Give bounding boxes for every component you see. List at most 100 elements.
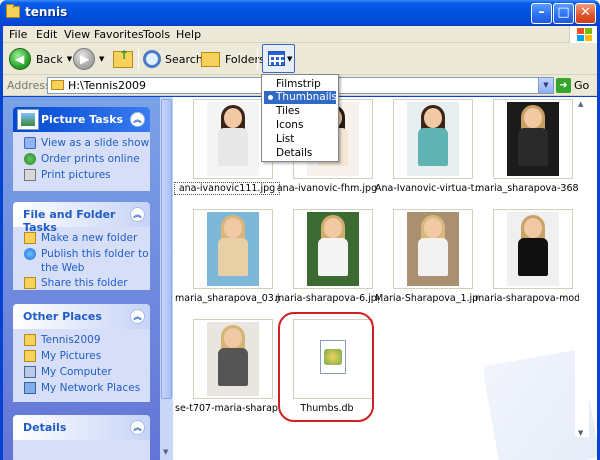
place-my-computer-link[interactable]: My Computer [13, 365, 150, 381]
new-folder-link[interactable]: Make a new folder [13, 231, 150, 247]
publish-web-link[interactable]: Publish this folder to the Web [13, 247, 150, 276]
file-view-scrollbar[interactable]: ▲ ▼ [575, 97, 589, 437]
search-icon [143, 50, 161, 68]
views-menu: Filmstrip Thumbnails Tiles Icons List De… [261, 74, 339, 162]
picture-tasks-icon [17, 109, 39, 130]
other-places-panel: Other Places ︽ Tennis2009 My Pictures My… [13, 304, 150, 402]
details-title: Details [23, 421, 67, 434]
address-value: H:\Tennis2009 [68, 79, 147, 92]
view-icons[interactable]: Icons [264, 119, 336, 132]
place-my-pictures-link[interactable]: My Pictures [13, 349, 150, 365]
folders-button[interactable]: Folders [201, 46, 265, 72]
file-name-label: ana-ivanovic-fhm.jpg [276, 183, 378, 194]
thumbnail-frame[interactable] [493, 209, 573, 289]
collapse-chevron-icon[interactable]: ︽ [130, 112, 145, 127]
view-list[interactable]: List [264, 133, 336, 146]
explorer-window: tennis – □ ✕ File Edit View Favorites To… [0, 0, 600, 460]
order-prints-link[interactable]: Order prints online [13, 152, 150, 168]
other-places-header[interactable]: Other Places ︽ [13, 304, 150, 329]
folder-icon [24, 334, 36, 346]
menu-tools[interactable]: Tools [143, 28, 170, 41]
folder-icon [6, 4, 20, 18]
go-arrow-icon: ➜ [556, 78, 571, 93]
window-title: tennis [25, 5, 68, 19]
menu-file[interactable]: File [9, 28, 27, 41]
photo-thumbnail [207, 102, 259, 176]
menu-favorites[interactable]: Favorites [94, 28, 144, 41]
file-name-label: Ana-Ivanovic-virtua-t... [375, 183, 479, 194]
file-name-label: ana-ivanovic111.jpg [174, 182, 280, 195]
file-folder-tasks-panel: File and Folder Tasks ︽ Make a new folde… [13, 202, 150, 290]
back-dropdown-icon[interactable]: ▼ [67, 55, 72, 63]
views-icon [268, 51, 285, 66]
photo-thumbnail [307, 212, 359, 286]
forward-dropdown-icon[interactable]: ▼ [99, 55, 104, 63]
views-button[interactable]: ▼ [262, 44, 295, 73]
menu-help[interactable]: Help [176, 28, 201, 41]
my-network-places-icon [24, 382, 36, 394]
collapse-chevron-icon[interactable]: ︽ [130, 420, 145, 435]
go-button[interactable]: ➜ Go [556, 78, 589, 93]
share-folder-link[interactable]: Share this folder [13, 276, 150, 290]
folders-label: Folders [225, 52, 265, 66]
task-pane-scroll-thumb[interactable] [161, 99, 172, 399]
my-computer-icon [24, 366, 36, 378]
collapse-chevron-icon[interactable]: ︽ [130, 207, 145, 222]
back-arrow-icon: ◀ [9, 48, 31, 70]
up-folder-icon: ↑ [113, 48, 133, 68]
close-button[interactable]: ✕ [575, 3, 596, 24]
selected-dot-icon [268, 95, 273, 100]
maximize-button[interactable]: □ [553, 3, 574, 24]
thumbnail-frame[interactable] [193, 319, 273, 399]
file-name-label: se-t707-maria-sharap... [175, 403, 279, 414]
place-my-network-link[interactable]: My Network Places [13, 381, 150, 397]
title-bar[interactable]: tennis – □ ✕ [0, 0, 600, 26]
view-thumbnails[interactable]: Thumbnails [264, 91, 337, 104]
thumbnail-frame[interactable] [393, 99, 473, 179]
place-tennis2009-link[interactable]: Tennis2009 [13, 333, 150, 349]
view-details[interactable]: Details [264, 147, 336, 160]
thumbnail-frame[interactable] [493, 99, 573, 179]
forward-arrow-icon: ▶ [73, 48, 95, 70]
address-label: Address [7, 79, 51, 92]
scroll-down-icon[interactable]: ▼ [578, 429, 583, 437]
back-button[interactable]: ◀ Back ▼ [9, 46, 72, 72]
view-filmstrip[interactable]: Filmstrip [264, 78, 336, 91]
address-dropdown-icon[interactable]: ▼ [538, 78, 553, 93]
collapse-chevron-icon[interactable]: ︽ [130, 309, 145, 324]
picture-tasks-header[interactable]: Picture Tasks ︽ [13, 107, 150, 132]
details-header[interactable]: Details ︽ [13, 415, 150, 440]
folder-icon [51, 80, 64, 90]
search-label: Search [165, 52, 203, 66]
new-folder-icon [24, 232, 36, 244]
my-pictures-icon [24, 350, 36, 362]
file-name-label: Maria-Sharapova_1.jpg [375, 293, 479, 304]
details-panel: Details ︽ [13, 415, 150, 460]
print-pictures-link[interactable]: Print pictures [13, 168, 150, 184]
slide-show-link[interactable]: View as a slide show [13, 136, 150, 152]
scroll-up-icon[interactable]: ▲ [578, 100, 583, 108]
file-name-label: maria_sharapova_03.jpg [175, 293, 279, 304]
picture-tasks-title: Picture Tasks [41, 113, 124, 126]
view-tiles[interactable]: Tiles [264, 105, 336, 118]
back-label: Back [36, 52, 63, 66]
thumbnail-frame[interactable] [393, 209, 473, 289]
menu-view[interactable]: View [64, 28, 90, 41]
task-pane: Picture Tasks ︽ View as a slide show Ord… [3, 97, 173, 460]
menu-edit[interactable]: Edit [36, 28, 57, 41]
windows-logo-icon [569, 26, 597, 43]
up-folder-button[interactable]: ↑ [113, 46, 133, 72]
search-button[interactable]: Search [143, 46, 203, 72]
forward-button[interactable]: ▶ ▼ [73, 46, 104, 72]
file-folder-tasks-header[interactable]: File and Folder Tasks ︽ [13, 202, 150, 234]
thumbnail-frame[interactable] [193, 209, 273, 289]
photo-thumbnail [407, 102, 459, 176]
thumbnail-frame[interactable] [293, 209, 373, 289]
minimize-button[interactable]: – [531, 3, 552, 24]
scroll-down-icon[interactable]: ▼ [163, 448, 168, 456]
photo-thumbnail [207, 212, 259, 286]
file-name-label: maria_sharapova-368... [475, 183, 579, 194]
slide-show-icon [24, 137, 36, 149]
photo-thumbnail [407, 212, 459, 286]
task-pane-scrollbar[interactable]: ▼ [160, 97, 173, 460]
